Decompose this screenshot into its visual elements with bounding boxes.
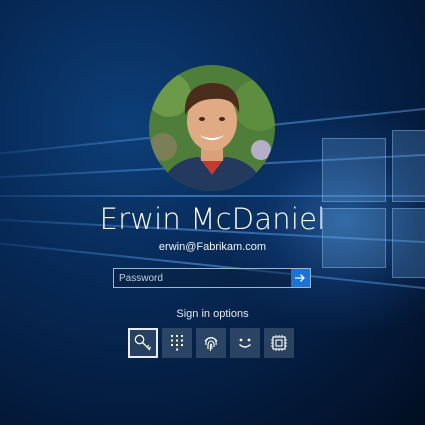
pin-keypad-icon xyxy=(171,335,183,351)
sign-in-options-label: Sign in options xyxy=(176,308,249,320)
security-key-chip-icon xyxy=(271,335,287,351)
password-field-container xyxy=(113,268,311,288)
user-name: Erwin McDaniel xyxy=(99,202,326,236)
arrow-right-icon xyxy=(295,274,305,282)
sign-in-option-password[interactable] xyxy=(128,328,158,358)
sign-in-option-face[interactable] xyxy=(230,328,260,358)
sign-in-option-fingerprint[interactable] xyxy=(196,328,226,358)
fingerprint-icon xyxy=(204,336,218,352)
user-email: erwin@Fabrikam.com xyxy=(158,241,267,253)
submit-arrow-button[interactable] xyxy=(291,269,310,287)
password-input[interactable] xyxy=(114,269,290,287)
sign-in-option-pin[interactable] xyxy=(162,328,192,358)
user-avatar xyxy=(149,65,275,191)
key-icon xyxy=(134,334,152,351)
smiley-face-icon xyxy=(239,338,251,348)
sign-in-option-security-key[interactable] xyxy=(264,328,294,358)
